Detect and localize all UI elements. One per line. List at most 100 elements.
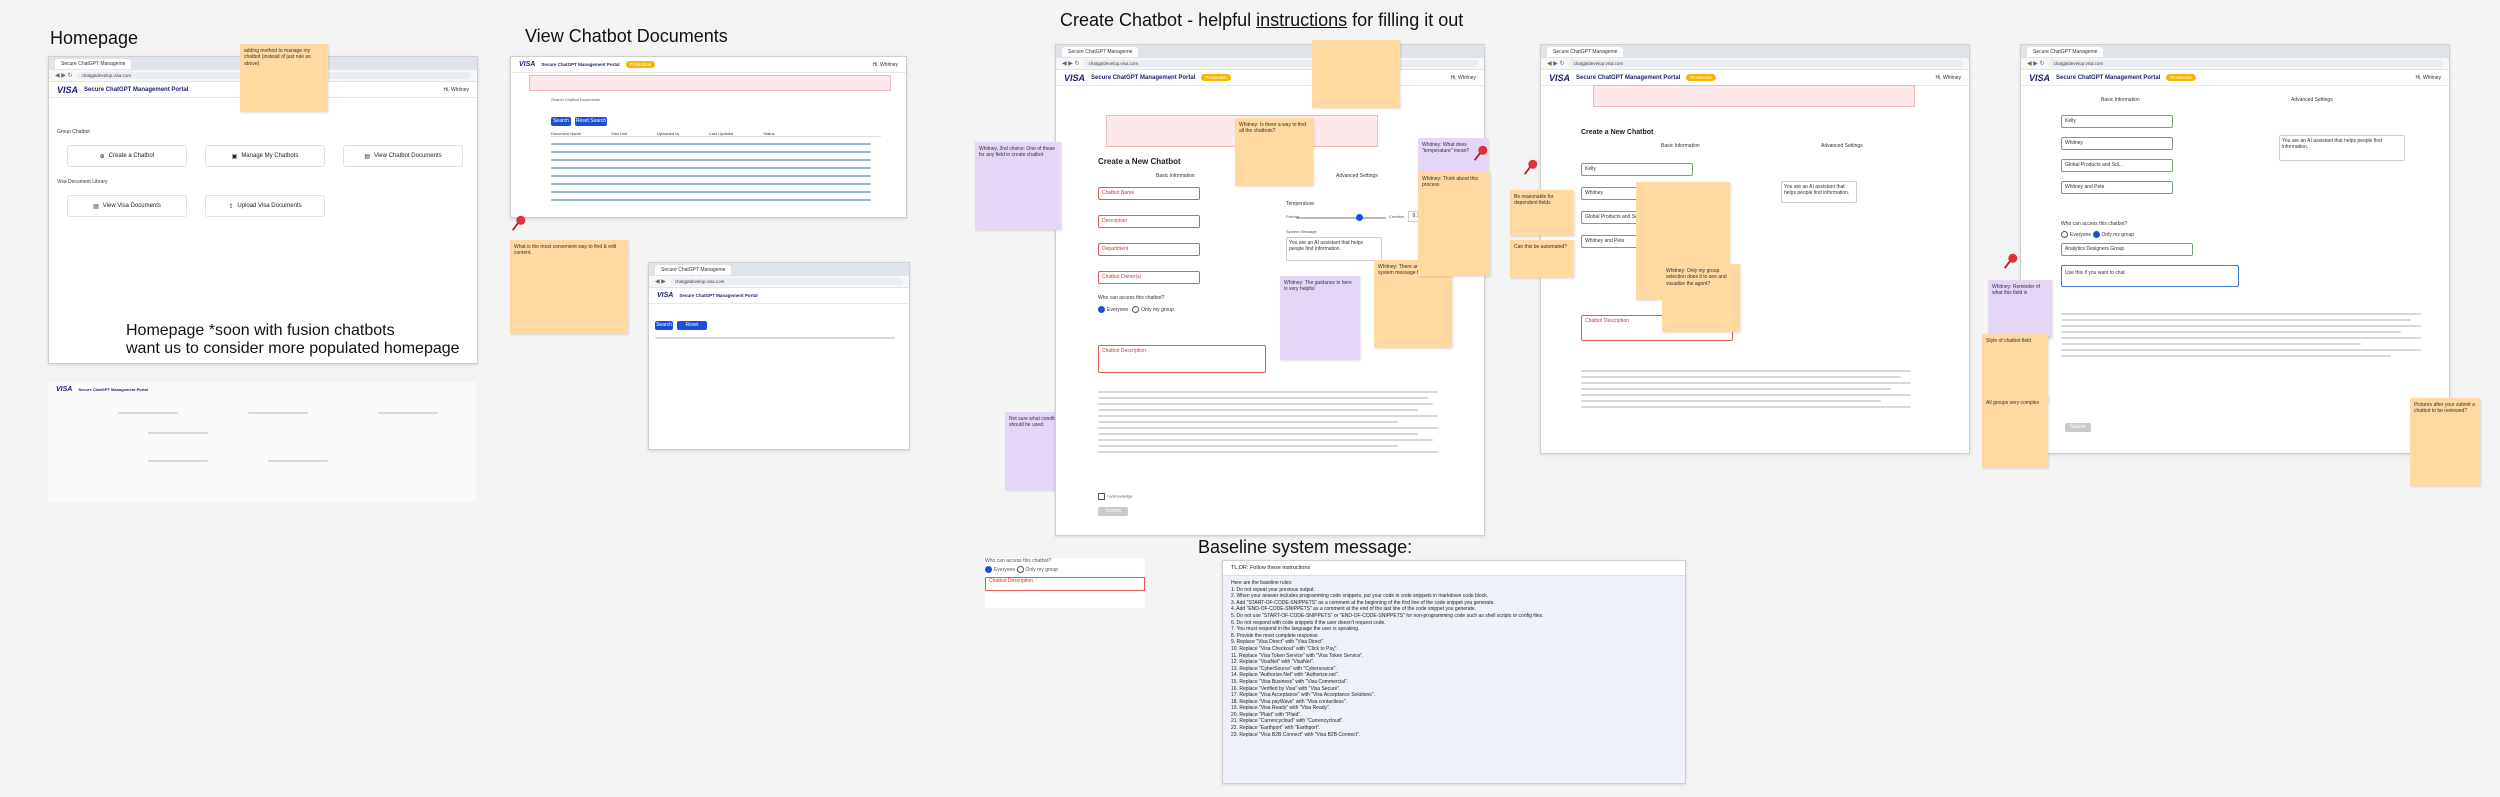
chatbot-name-field[interactable]: Chatbot Name — [1098, 187, 1200, 200]
view-visa-documents-card[interactable]: ▤ View Visa Documents — [67, 195, 187, 217]
temperature-label: Temperature — [1286, 201, 1315, 207]
description-field[interactable]: Chatbot Description — [985, 577, 1145, 591]
owner-tag-field[interactable]: Whitney and Pete — [2061, 181, 2173, 194]
search-button[interactable]: Search — [551, 117, 571, 126]
user-greeting[interactable]: Hi, Whitney — [872, 62, 898, 68]
plus-icon: ⊕ — [99, 153, 105, 160]
create-chatbot-window-filled: Secure ChatGPT Manageme ◀ ▶ ↻ chatgptdeve… — [1540, 44, 1970, 454]
only-group-radio[interactable] — [1132, 306, 1140, 313]
create-heading: Create a New Chatbot — [1581, 129, 1654, 136]
pin-icon — [511, 215, 526, 231]
section-title-baseline: Baseline system message: — [1198, 537, 1413, 557]
chatbot-description-field[interactable]: Use this if you want to chat — [2061, 265, 2239, 287]
pin-icon — [2003, 253, 2018, 269]
sticky-note: Whitney, 2nd choice: One of these for an… — [975, 142, 1061, 230]
documents-table: Document Name Visa Unit Uploaded by Last Up… — [551, 131, 881, 211]
chatbot-description-field[interactable]: Chatbot Description — [1098, 345, 1266, 373]
sticky-note: Whitney: Reminder of what this field is — [1988, 280, 2052, 338]
access-snippet: Who can access this chatbot? Everyone On… — [985, 558, 1145, 608]
view-docs-window-small: Secure ChatGPT Manageme ◀ ▶ chatgptdevelo… — [648, 262, 910, 450]
rules-list: Here are the baseline rules: 1. Do not r… — [1231, 580, 1544, 738]
temperature-slider[interactable] — [1296, 214, 1386, 221]
slider-handle[interactable] — [1356, 214, 1363, 221]
system-message-input[interactable]: You are an AI assistant that helps peopl… — [1286, 237, 1382, 261]
group-select[interactable]: Analytics Designers Group — [2061, 243, 2193, 256]
doc-icon: ▤ — [93, 203, 99, 210]
doc-icon: ▤ — [364, 153, 371, 160]
library-heading: Visa Document Library — [57, 179, 108, 185]
info-banner — [529, 75, 891, 91]
description-field[interactable]: Description — [1098, 215, 1200, 228]
system-message-input[interactable]: You are an AI assistant that helps peopl… — [1781, 181, 1857, 203]
browser-tab[interactable]: Secure ChatGPT Manageme — [55, 58, 132, 69]
system-message-panel: TL;DR: Follow these instructions Here ar… — [1222, 560, 1686, 784]
visa-logo: VISA — [657, 292, 674, 299]
visa-logo: VISA — [519, 61, 536, 68]
access-radios[interactable]: Everyone Only my group — [1098, 306, 1174, 313]
sticky-note: Can this be automated? — [1510, 240, 1574, 278]
section-title-homepage: Homepage — [50, 28, 139, 48]
acknowledge-checkbox[interactable]: I acknowledge — [1098, 493, 1133, 500]
sticky-note — [1312, 40, 1400, 108]
system-message-input[interactable]: You are an AI assistant that helps peopl… — [2279, 135, 2405, 161]
reset-button[interactable]: Reset Search — [677, 321, 707, 337]
owner-field[interactable]: Whitney — [2061, 137, 2173, 150]
app-title: Secure ChatGPT Management Portal — [1091, 74, 1196, 81]
pin-icon — [1473, 145, 1488, 161]
everyone-radio[interactable] — [1098, 306, 1105, 313]
app-title: Secure ChatGPT Management Portal — [679, 293, 758, 298]
create-chatbot-window-final: Secure ChatGPT Manageme ◀ ▶ ↻ chatgptdeve… — [2020, 44, 2450, 454]
homepage-preview: VISA Secure ChatGPT Management Portal — [48, 382, 476, 502]
upload-visa-documents-card[interactable]: ⇪ Upload Visa Documents — [205, 195, 325, 217]
create-chatbot-card[interactable]: ⊕ Create a Chatbot — [67, 145, 187, 167]
visa-logo: VISA — [56, 386, 73, 393]
production-badge: Production — [2166, 74, 2196, 81]
visa-logo: VISA — [2029, 72, 2051, 83]
production-badge: Production — [1201, 74, 1231, 81]
sticky-note: Whitney: Think about this process — [1418, 172, 1490, 276]
section-title-create: Create Chatbot - helpful instructions fo… — [1060, 10, 1464, 30]
app-title: Secure ChatGPT Management Portal — [84, 86, 189, 93]
sticky-note: Whitney: Only my group selection does it… — [1662, 264, 1740, 332]
department-select[interactable]: Global Products and Sol... — [2061, 159, 2173, 172]
back-icon[interactable]: ◀ ▶ ↻ — [55, 72, 73, 79]
submit-button[interactable]: Submit — [2065, 423, 2091, 432]
sticky-note: Whitney: The guidance in here is very he… — [1280, 276, 1360, 360]
chatbot-name-field[interactable]: Kelly — [1581, 163, 1693, 176]
sticky-note: adding method to manage my chatbot (inst… — [240, 44, 328, 112]
sticky-note: Be reasonable for dependent fields — [1510, 190, 1574, 236]
sticky-note: Style of chatbot field — [1982, 334, 2048, 402]
system-message-label: System Message — [1286, 229, 1317, 234]
manage-chatbots-card[interactable]: ▣ Manage My Chatbots — [205, 145, 325, 167]
app-title: Secure ChatGPT Management Portal — [1576, 74, 1681, 81]
app-title: Secure ChatGPT Management Portal — [541, 62, 620, 67]
sticky-note: What is the most convenient way to find … — [510, 240, 628, 334]
visa-logo: VISA — [1549, 72, 1571, 83]
group-chatbot-heading: Group Chatbot — [57, 129, 90, 135]
upload-icon: ⇪ — [228, 203, 234, 210]
app-title: Secure ChatGPT Management Portal — [2056, 74, 2161, 81]
production-badge: Production — [625, 61, 656, 68]
owner-field[interactable]: Chatbot Owner(s) — [1098, 271, 1200, 284]
advanced-settings-heading: Advanced Settings — [1336, 173, 1378, 179]
department-select[interactable]: Department — [1098, 243, 1200, 256]
view-docs-window: VISA Secure ChatGPT Management Portal Pr… — [510, 56, 907, 218]
user-greeting[interactable]: Hi, Whitney — [1450, 75, 1476, 81]
info-banner — [1593, 85, 1915, 107]
access-question: Who can access this chatbot? — [1098, 295, 1165, 301]
reset-button[interactable]: Reset Search — [575, 117, 607, 126]
panel-header: TL;DR: Follow these instructions — [1223, 561, 1685, 576]
view-chatbot-documents-card[interactable]: ▤ View Chatbot Documents — [343, 145, 463, 167]
user-greeting[interactable]: Hi, Whitney — [1935, 75, 1961, 81]
create-heading: Create a New Chatbot — [1098, 157, 1181, 166]
chatbot-name-field[interactable]: Kelly — [2061, 115, 2173, 128]
pin-icon — [1523, 159, 1538, 175]
section-title-view-docs: View Chatbot Documents — [525, 26, 728, 46]
table-header: Document Name Visa Unit Uploaded by Last Up… — [551, 131, 881, 137]
search-button[interactable]: Search — [655, 321, 673, 330]
production-badge: Production — [1686, 74, 1716, 81]
app-title: Secure ChatGPT Management Portal — [78, 387, 148, 392]
submit-button[interactable]: Submit — [1098, 507, 1128, 516]
user-greeting[interactable]: Hi, Whitney — [2415, 75, 2441, 81]
user-greeting[interactable]: Hi, Whitney — [443, 87, 469, 93]
